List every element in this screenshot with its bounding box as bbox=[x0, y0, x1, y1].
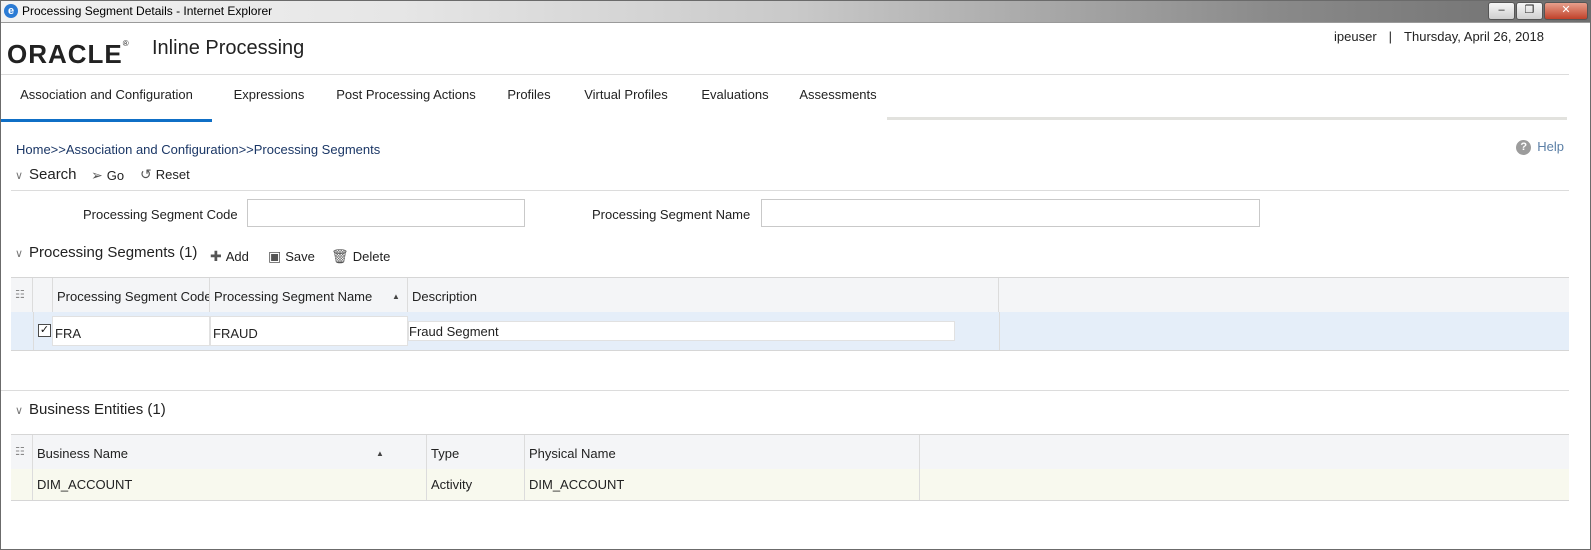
entities-table-header: ☷ Business Name ▲ Type Physical Name bbox=[11, 435, 1569, 470]
segment-name-label: Processing Segment Name bbox=[592, 207, 751, 222]
go-label: Go bbox=[106, 168, 125, 183]
help-label: Help bbox=[1537, 139, 1564, 154]
select-column bbox=[33, 278, 53, 312]
entities-count: (1) bbox=[147, 401, 166, 418]
segment-code-label: Processing Segment Code bbox=[83, 207, 238, 222]
help-icon: ? bbox=[1516, 140, 1532, 155]
type-cell[interactable]: Activity bbox=[427, 469, 525, 500]
column-business-name-label: Business Name bbox=[37, 446, 129, 461]
window-controls: ‒ ❐ ✕ bbox=[1487, 2, 1588, 20]
minimize-button[interactable]: ‒ bbox=[1488, 2, 1515, 20]
reset-icon: ↺ bbox=[140, 166, 152, 182]
entities-title: Business Entities bbox=[29, 401, 144, 418]
current-date: Thursday, April 26, 2018 bbox=[1404, 29, 1544, 44]
section-divider bbox=[1, 390, 1569, 391]
physical-name-cell[interactable]: DIM_ACCOUNT bbox=[525, 469, 920, 500]
oracle-logo-text: ORACLE bbox=[7, 39, 123, 69]
segment-name-input[interactable] bbox=[761, 199, 1260, 227]
hierarchy-column[interactable]: ☷ bbox=[11, 435, 33, 469]
column-physical-name[interactable]: Physical Name bbox=[525, 435, 920, 469]
column-physical-name-label: Physical Name bbox=[529, 446, 616, 461]
maximize-button[interactable]: ❐ bbox=[1516, 2, 1543, 20]
row-spacer bbox=[11, 469, 33, 500]
browser-window: e Processing Segment Details - Internet … bbox=[0, 0, 1591, 550]
segments-section-header[interactable]: ∨ Processing Segments (1) bbox=[15, 244, 197, 261]
row-divider bbox=[33, 312, 34, 350]
column-segment-code-label: Processing Segment Code bbox=[57, 289, 210, 304]
column-segment-name-label: Processing Segment Name bbox=[214, 289, 373, 304]
entities-section-header[interactable]: ∨ Business Entities (1) bbox=[15, 401, 166, 418]
window-title: Processing Segment Details - Internet Ex… bbox=[22, 4, 273, 18]
hierarchy-icon: ☷ bbox=[15, 446, 25, 458]
table-row[interactable]: ✓ FRA FRAUD Fraud Segment bbox=[11, 312, 1569, 351]
column-description[interactable]: Description bbox=[408, 278, 999, 312]
search-title: Search bbox=[29, 166, 77, 183]
business-name-cell[interactable]: DIM_ACCOUNT bbox=[33, 469, 427, 500]
description-input[interactable]: Fraud Segment bbox=[408, 321, 955, 341]
title-bar: e Processing Segment Details - Internet … bbox=[1, 1, 1590, 23]
app-title: Inline Processing bbox=[152, 37, 305, 59]
segments-table-header: ☷ Processing Segment Code Processing Seg… bbox=[11, 278, 1569, 313]
chevron-down-icon: ∨ bbox=[15, 405, 24, 417]
segment-code-cell[interactable]: FRA bbox=[52, 316, 210, 346]
oracle-logo: ORACLE® bbox=[7, 39, 130, 69]
sort-ascending-icon[interactable]: ▲ bbox=[376, 449, 384, 458]
segment-name-cell[interactable]: FRAUD bbox=[210, 316, 408, 346]
segments-table: ☷ Processing Segment Code Processing Seg… bbox=[11, 277, 1569, 351]
help-link[interactable]: ? Help bbox=[1516, 139, 1564, 155]
row-divider bbox=[999, 312, 1000, 350]
add-button[interactable]: ✚ Add bbox=[210, 248, 249, 265]
tabs-underline bbox=[887, 117, 1567, 120]
column-business-name[interactable]: Business Name ▲ bbox=[33, 435, 427, 469]
hierarchy-icon: ☷ bbox=[15, 289, 25, 301]
column-description-label: Description bbox=[412, 289, 478, 304]
reset-button[interactable]: ↺ Reset bbox=[140, 166, 190, 183]
header-separator: | bbox=[1388, 29, 1393, 44]
tab-post-processing-actions[interactable]: Post Processing Actions bbox=[327, 75, 485, 119]
segments-count: (1) bbox=[179, 244, 198, 261]
add-label: Add bbox=[225, 249, 249, 264]
physical-name-value: DIM_ACCOUNT bbox=[529, 477, 625, 492]
entities-table: ☷ Business Name ▲ Type Physical Name DIM_… bbox=[11, 434, 1569, 501]
go-button[interactable]: ➢ Go bbox=[91, 167, 124, 184]
tab-evaluations[interactable]: Evaluations bbox=[693, 75, 777, 119]
sort-ascending-icon[interactable]: ▲ bbox=[392, 292, 400, 301]
segments-title: Processing Segments bbox=[29, 244, 175, 261]
type-value: Activity bbox=[431, 477, 473, 492]
tab-association-and-configuration[interactable]: Association and Configuration bbox=[1, 75, 212, 122]
tab-profiles[interactable]: Profiles bbox=[498, 75, 560, 119]
username: ipeuser bbox=[1334, 29, 1377, 44]
delete-button[interactable]: 🗑 Delete bbox=[331, 248, 390, 265]
segment-code-input[interactable] bbox=[247, 199, 525, 227]
plus-icon: ✚ bbox=[210, 248, 222, 264]
business-name-value: DIM_ACCOUNT bbox=[37, 477, 133, 492]
chevron-down-icon: ∨ bbox=[15, 248, 24, 260]
save-label: Save bbox=[285, 249, 315, 264]
floppy-disk-icon: ▣ bbox=[268, 248, 282, 264]
save-button[interactable]: ▣ Save bbox=[268, 248, 315, 265]
column-segment-code[interactable]: Processing Segment Code bbox=[53, 278, 210, 312]
breadcrumb[interactable]: Home>>Association and Configuration>>Pro… bbox=[16, 142, 380, 157]
tab-expressions[interactable]: Expressions bbox=[226, 75, 312, 119]
reset-label: Reset bbox=[155, 167, 190, 182]
search-divider bbox=[11, 190, 1569, 191]
close-button[interactable]: ✕ bbox=[1544, 2, 1588, 20]
row-checkbox[interactable]: ✓ bbox=[38, 324, 51, 337]
go-arrow-icon: ➢ bbox=[91, 167, 103, 183]
chevron-down-icon: ∨ bbox=[15, 170, 24, 182]
hierarchy-column[interactable]: ☷ bbox=[11, 278, 33, 312]
column-type[interactable]: Type bbox=[427, 435, 525, 469]
tab-virtual-profiles[interactable]: Virtual Profiles bbox=[574, 75, 678, 119]
trash-icon: 🗑 bbox=[331, 248, 349, 264]
tab-assessments[interactable]: Assessments bbox=[791, 75, 885, 119]
delete-label: Delete bbox=[352, 249, 391, 264]
column-segment-name[interactable]: Processing Segment Name ▲ bbox=[210, 278, 408, 312]
table-row[interactable]: DIM_ACCOUNT Activity DIM_ACCOUNT bbox=[11, 469, 1569, 501]
main-tabs: Association and Configuration Expression… bbox=[1, 75, 1590, 123]
search-section-header[interactable]: ∨ Search bbox=[15, 166, 77, 183]
user-info: ipeuser | Thursday, April 26, 2018 bbox=[1334, 29, 1544, 44]
column-type-label: Type bbox=[431, 446, 460, 461]
internet-explorer-icon: e bbox=[4, 4, 18, 18]
